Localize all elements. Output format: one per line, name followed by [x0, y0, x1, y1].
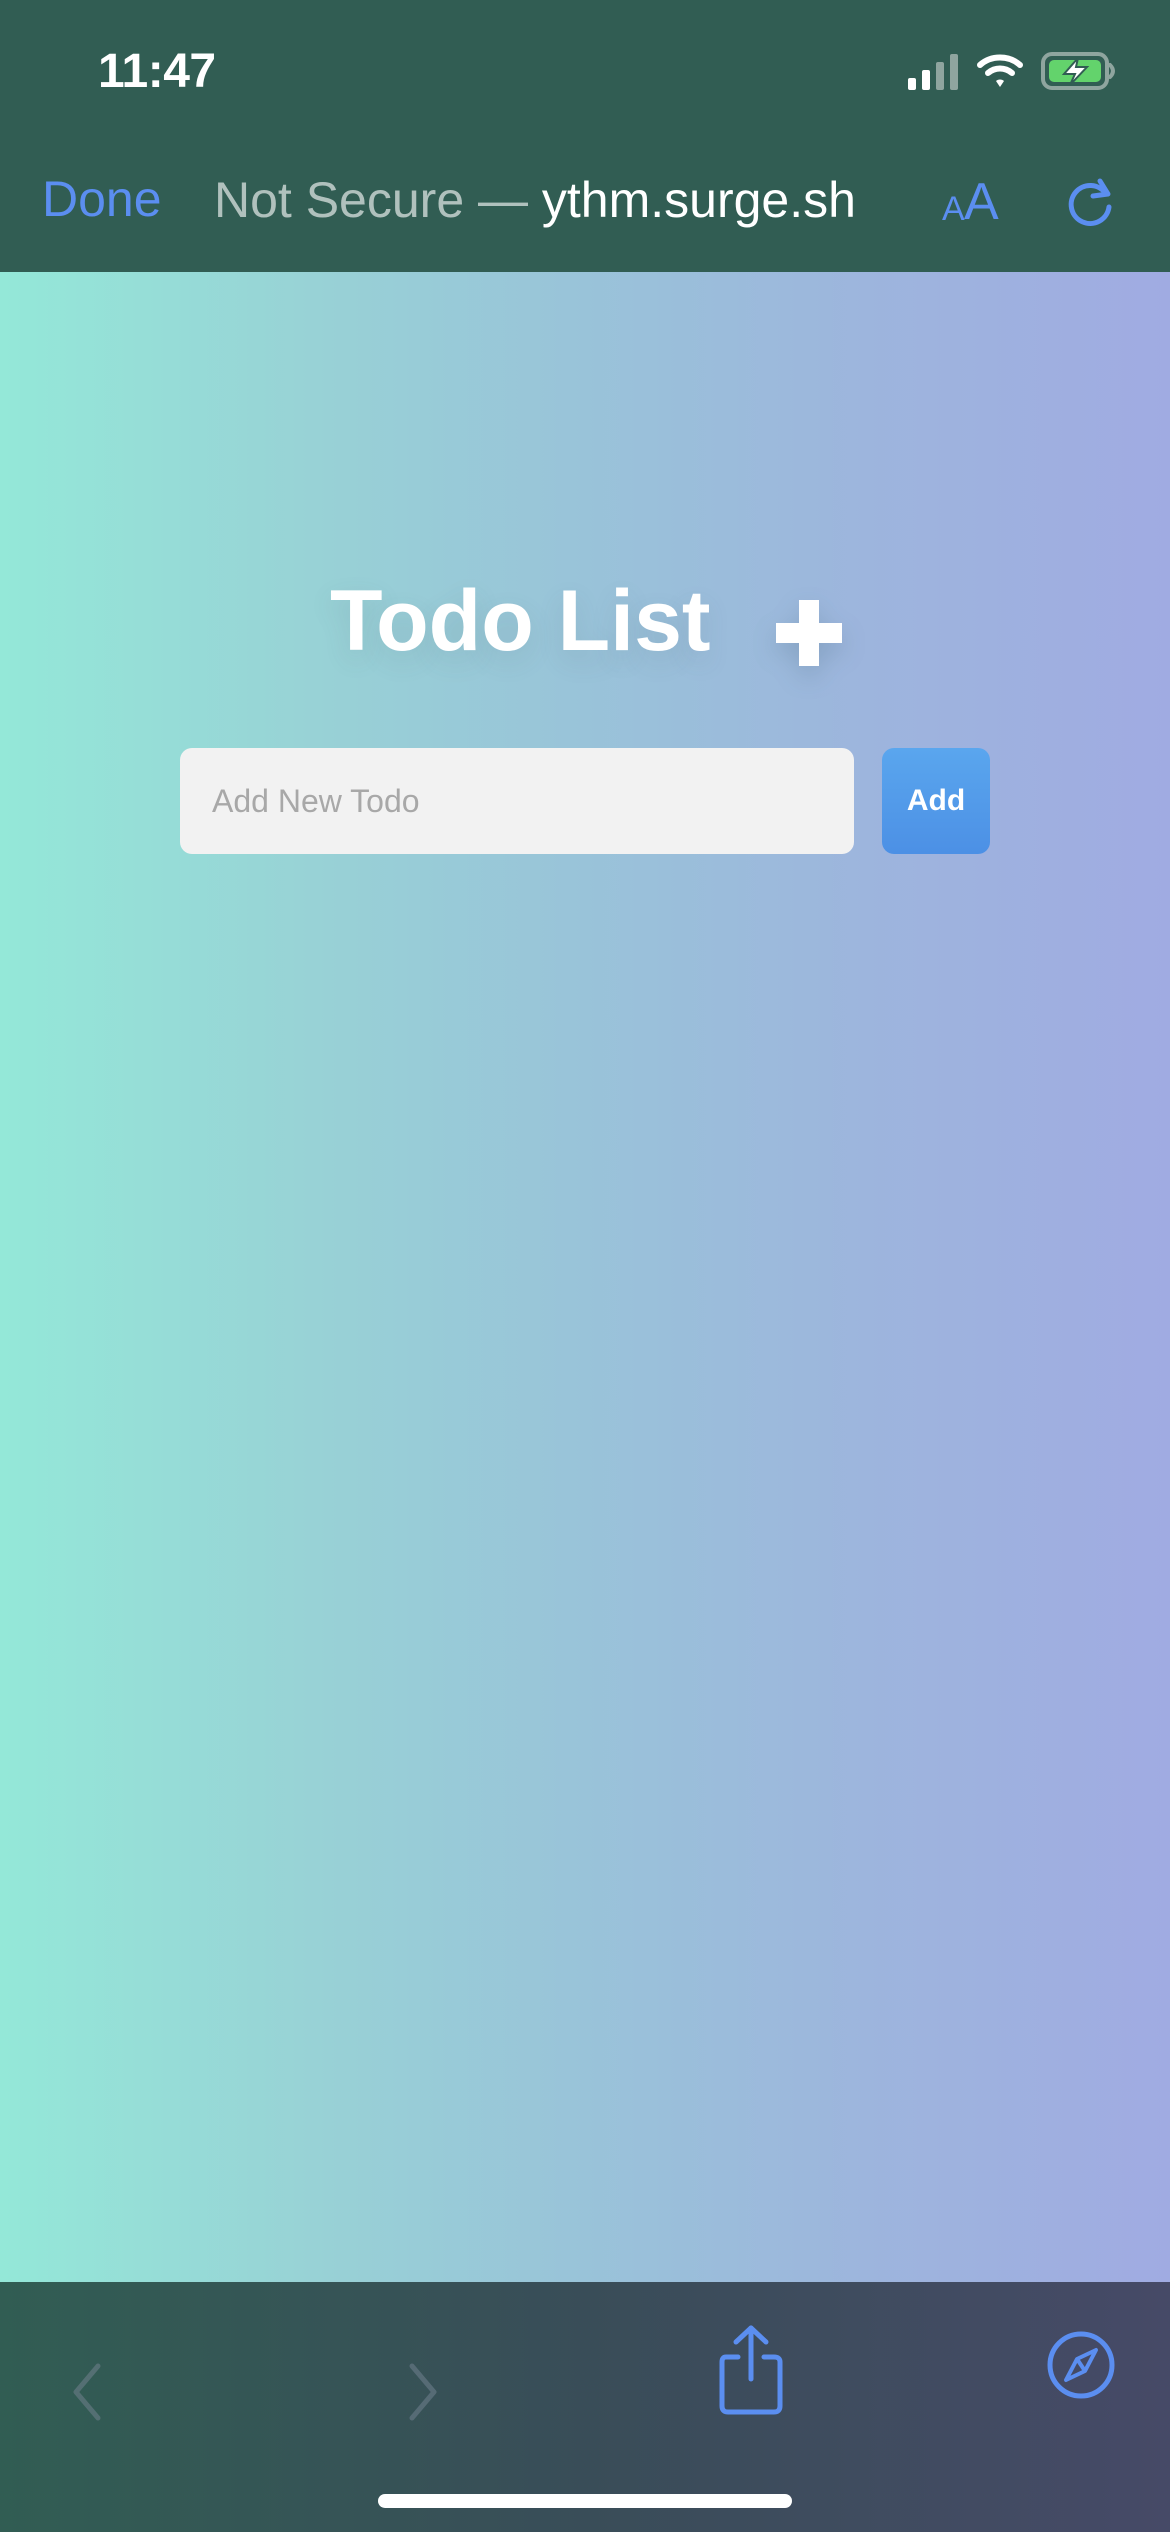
add-button[interactable]: Add: [882, 748, 990, 854]
status-time: 11:47: [98, 45, 216, 98]
text-size-button[interactable]: A A: [942, 166, 1008, 232]
todo-form: Add: [180, 748, 990, 854]
todo-input[interactable]: [180, 748, 854, 854]
url-host: ythm.surge.sh: [541, 172, 856, 228]
url-display[interactable]: Not Secure — ythm.surge.sh: [214, 170, 904, 240]
browser-address-bar: Done Not Secure — ythm.surge.sh A A: [0, 140, 1170, 272]
title-row: Todo List: [330, 572, 850, 684]
compass-icon[interactable]: [1044, 2328, 1118, 2402]
share-icon[interactable]: [716, 2324, 786, 2416]
wifi-icon: [977, 54, 1023, 87]
page-title: Todo List: [330, 573, 711, 669]
plus-icon[interactable]: [768, 592, 850, 674]
forward-icon[interactable]: [398, 2358, 446, 2426]
url-security-label: Not Secure —: [214, 172, 542, 228]
browser-bottom-toolbar: [0, 2282, 1170, 2532]
battery-icon: [1041, 52, 1115, 90]
text-size-large-label: A: [964, 173, 999, 231]
back-icon[interactable]: [64, 2358, 112, 2426]
reload-icon[interactable]: [1064, 176, 1118, 230]
todo-page: Todo List Add: [0, 272, 1170, 2282]
text-size-small-label: A: [942, 190, 965, 228]
home-indicator: [378, 2494, 792, 2508]
done-button[interactable]: Done: [42, 170, 162, 228]
signal-icon: [908, 54, 958, 90]
mobile-browser-screen: 11:47 Done Not Secure — ythm.surge.sh A …: [0, 0, 1170, 2532]
status-bar: 11:47: [0, 0, 1170, 140]
